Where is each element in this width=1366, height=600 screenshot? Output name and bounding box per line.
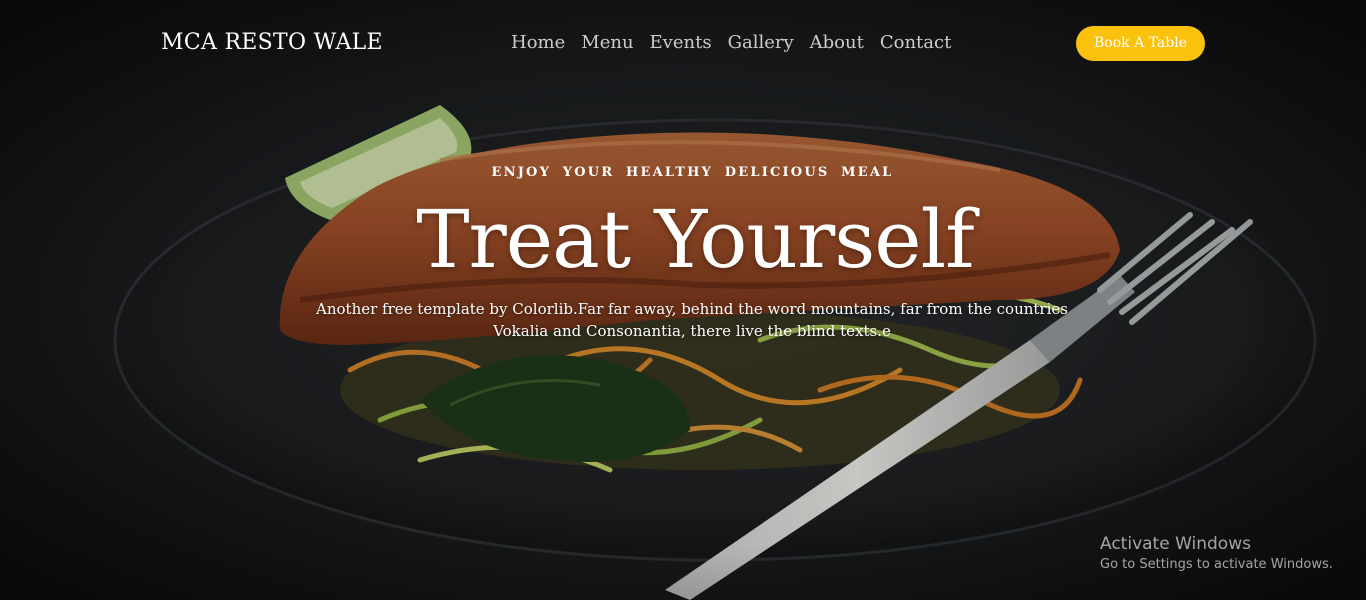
hero-tagline: ENJOY YOUR HEALTHY DELICIOUS MEAL [491, 165, 894, 180]
windows-activation-watermark: Activate Windows Go to Settings to activ… [1100, 533, 1333, 574]
nav-item-menu[interactable]: Menu [581, 32, 633, 53]
nav-item-contact[interactable]: Contact [880, 32, 951, 53]
watermark-subtitle: Go to Settings to activate Windows. [1100, 557, 1333, 572]
nav-item-about[interactable]: About [810, 32, 864, 53]
top-navbar: MCA RESTO WALE Home Menu Events Gallery … [0, 0, 1366, 88]
book-a-table-button[interactable]: Book A Table [1076, 26, 1205, 61]
hero-subtitle: Another free template by Colorlib.Far fa… [316, 300, 1068, 340]
nav-item-events[interactable]: Events [650, 32, 712, 53]
page: MCA RESTO WALE Home Menu Events Gallery … [0, 0, 1366, 600]
nav-item-home[interactable]: Home [511, 32, 565, 53]
watermark-title: Activate Windows [1100, 534, 1251, 554]
nav-item-gallery[interactable]: Gallery [728, 32, 794, 53]
brand-logo[interactable]: MCA RESTO WALE [161, 30, 383, 55]
nav-menu: Home Menu Events Gallery About Contact [511, 32, 951, 53]
hero-headline: Treat Yourself [416, 193, 975, 286]
